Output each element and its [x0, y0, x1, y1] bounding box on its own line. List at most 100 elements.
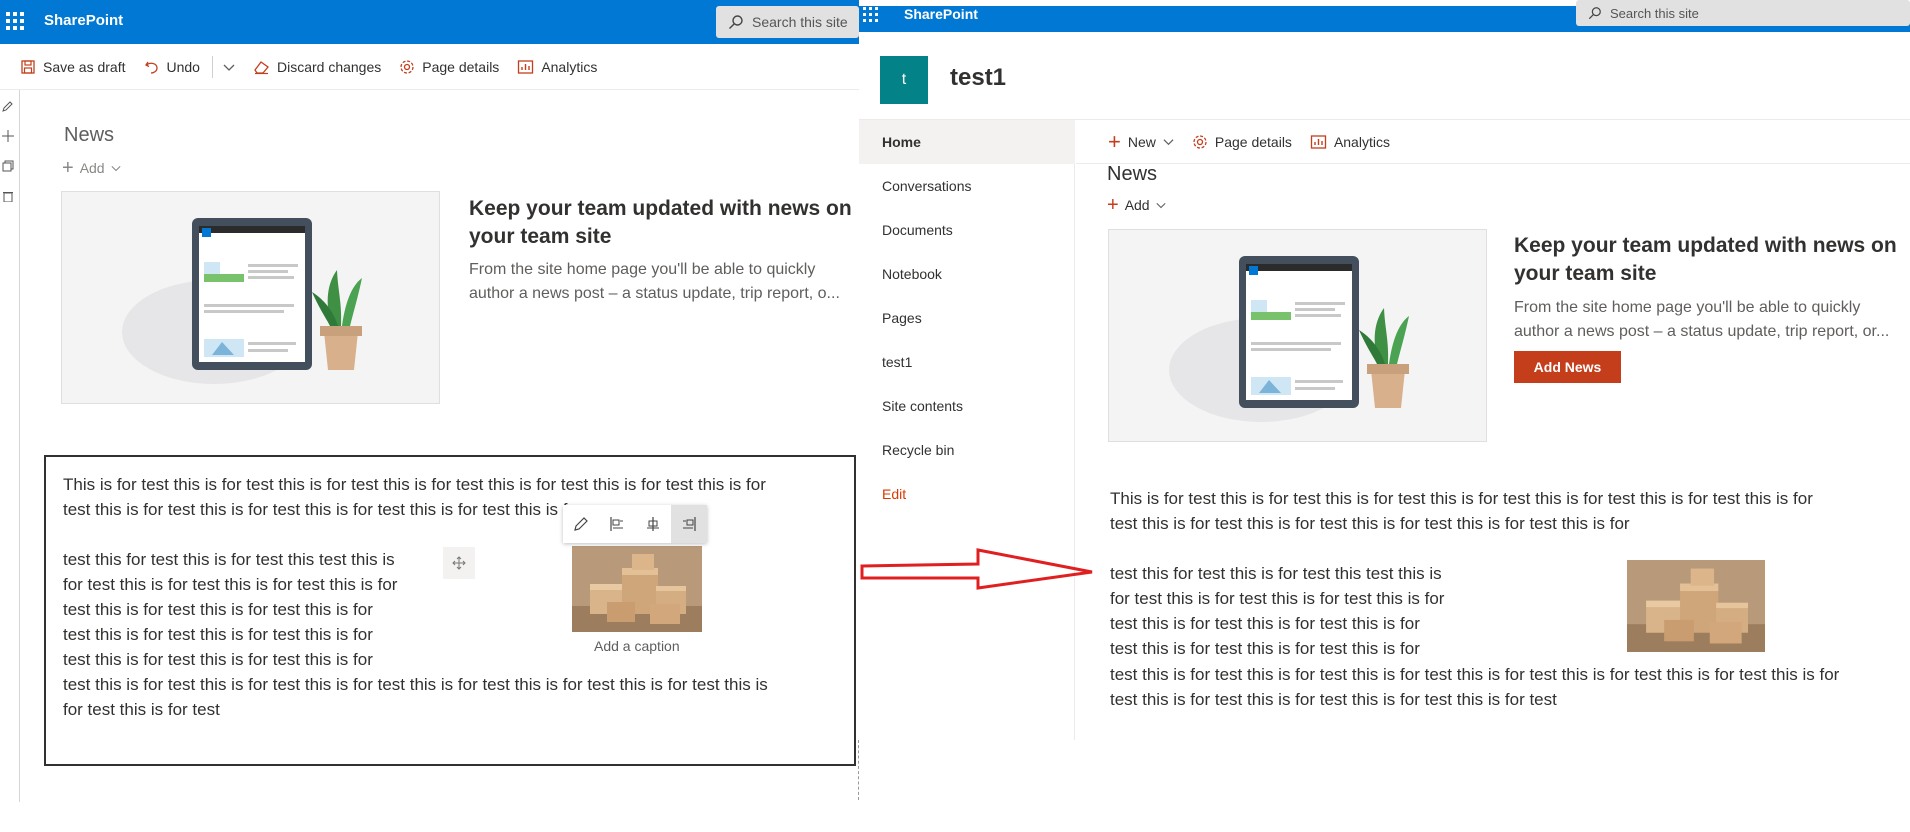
sharepoint-brand[interactable]: SharePoint	[44, 12, 123, 29]
move-icon	[452, 556, 466, 570]
text-line: test this is for test this is for test t…	[1110, 614, 1420, 633]
image-alignment-toolbar	[563, 505, 707, 543]
right-search-box[interactable]: Search this site	[1576, 0, 1910, 26]
right-news-heading: Keep your team updated with news on your…	[1514, 232, 1897, 288]
site-title[interactable]: test1	[950, 64, 1006, 92]
right-paragraph-1: This is for test this is for test this i…	[1110, 486, 1813, 536]
image-caption[interactable]: Add a caption	[594, 638, 680, 654]
right-paragraph-2: test this for test this is for test this…	[1110, 561, 1444, 661]
nav-item-site-contents[interactable]: Site contents	[859, 384, 1075, 428]
undo-button[interactable]: Undo	[144, 59, 200, 75]
command-divider	[211, 55, 213, 78]
chevron-down-icon	[1156, 202, 1166, 209]
app-launcher-icon[interactable]	[6, 12, 24, 30]
page-details-label: Page details	[422, 58, 500, 75]
heading-line-2: your team site	[1514, 262, 1657, 285]
right-suite-bar: SharePoint Search this site	[859, 0, 1910, 32]
left-search-box[interactable]: Search this site	[716, 6, 859, 38]
page-details-button[interactable]: Page details	[1192, 134, 1292, 150]
duplicate-icon[interactable]	[2, 160, 14, 172]
undo-icon	[144, 61, 158, 74]
heading-line-2: your team site	[469, 225, 612, 248]
plus-icon: +	[1107, 194, 1119, 216]
edit-pencil-icon[interactable]	[2, 100, 14, 112]
add-label: Add	[79, 160, 105, 176]
site-logo[interactable]: t	[880, 56, 928, 104]
analytics-icon	[1310, 134, 1327, 149]
undo-dropdown[interactable]	[223, 61, 235, 73]
right-inline-image[interactable]	[1627, 560, 1765, 652]
nav-edit-link[interactable]: Edit	[859, 472, 1075, 516]
analytics-icon	[518, 59, 534, 74]
text-line: test this is for test this is for test t…	[63, 600, 373, 619]
save-draft-button[interactable]: Save as draft	[20, 59, 126, 75]
undo-label: Undo	[166, 58, 200, 75]
align-left-button[interactable]	[599, 505, 635, 543]
desc-line-2: author a news post – a status update, tr…	[469, 285, 840, 302]
analytics-button[interactable]: Analytics	[1310, 134, 1390, 150]
delete-icon[interactable]	[2, 190, 14, 202]
add-news-button[interactable]: Add News	[1514, 351, 1621, 383]
left-paragraph-2[interactable]: test this for test this is for test this…	[63, 547, 397, 672]
search-icon	[729, 15, 743, 29]
align-left-icon	[610, 517, 623, 531]
nav-item-home[interactable]: Home	[859, 120, 1075, 164]
nav-item-conversations[interactable]: Conversations	[859, 164, 1075, 208]
edit-image-button[interactable]	[563, 505, 599, 543]
text-line: test this for test this is for test this…	[1110, 564, 1442, 583]
search-placeholder: Search this site	[752, 14, 848, 30]
left-news-add-button[interactable]: + Add	[62, 157, 121, 179]
page-details-label: Page details	[1214, 133, 1292, 150]
right-news-illustration	[1108, 229, 1487, 442]
eraser-icon	[254, 60, 269, 74]
text-line: This is for test this is for test this i…	[1110, 489, 1813, 508]
heading-line-1: Keep your team updated with news on	[1514, 234, 1897, 257]
discard-changes-button[interactable]: Discard changes	[253, 59, 381, 75]
text-line: test this is for test this is for test t…	[1110, 690, 1557, 709]
align-center-button[interactable]	[635, 505, 671, 543]
left-command-bar: Save as draft Undo Discard changes Page …	[0, 44, 859, 90]
nav-item-documents[interactable]: Documents	[859, 208, 1075, 252]
chevron-down-icon	[223, 64, 235, 71]
desc-line-1: From the site home page you'll be able t…	[1514, 299, 1861, 316]
plus-icon: +	[62, 157, 74, 179]
chevron-down-icon	[1163, 139, 1174, 146]
align-right-button[interactable]	[671, 505, 707, 543]
move-icon[interactable]	[2, 130, 14, 142]
nav-item-notebook[interactable]: Notebook	[859, 252, 1075, 296]
left-news-heading: Keep your team updated with news on your…	[469, 195, 852, 251]
nav-item-recycle-bin[interactable]: Recycle bin	[859, 428, 1075, 472]
app-launcher-icon[interactable]	[862, 6, 880, 24]
desc-line-1: From the site home page you'll be able t…	[469, 261, 816, 278]
gear-icon	[1193, 134, 1207, 149]
nav-item-pages[interactable]: Pages	[859, 296, 1075, 340]
image-move-handle[interactable]	[443, 547, 475, 579]
nav-item-test1[interactable]: test1	[859, 340, 1075, 384]
text-line: test this for test this is for test this…	[63, 550, 395, 569]
desc-line-2: author a news post – a status update, tr…	[1514, 323, 1890, 340]
left-navigation: Home Conversations Documents Notebook Pa…	[859, 120, 1075, 740]
sharepoint-brand[interactable]: SharePoint	[904, 6, 978, 22]
text-line: test this is for test this is for test t…	[1110, 514, 1630, 533]
new-button[interactable]: + New	[1108, 130, 1174, 152]
save-draft-label: Save as draft	[43, 58, 126, 75]
text-line: test this is for test this is for test t…	[63, 650, 373, 669]
left-paragraph-3[interactable]: test this is for test this is for test t…	[63, 672, 768, 722]
align-center-icon	[647, 517, 659, 531]
text-line: for test this is for test	[63, 700, 220, 719]
heading-line-1: Keep your team updated with news on	[469, 197, 852, 220]
gear-icon	[400, 59, 414, 74]
left-inline-image[interactable]	[572, 546, 702, 632]
edit-toolbox-rail	[0, 90, 20, 802]
tablet-plant-illustration	[1169, 256, 1409, 422]
left-news-illustration	[61, 191, 440, 404]
right-news-add-button[interactable]: + Add	[1107, 194, 1166, 216]
text-line: test this is for test this is for test t…	[63, 675, 768, 694]
analytics-label: Analytics	[1333, 133, 1390, 150]
tablet-plant-illustration	[122, 218, 362, 384]
add-label: Add	[1124, 197, 1150, 213]
discard-label: Discard changes	[276, 58, 382, 75]
page-details-button[interactable]: Page details	[399, 59, 499, 75]
analytics-button[interactable]: Analytics	[517, 59, 597, 75]
left-suite-bar: SharePoint Search this site	[0, 0, 859, 44]
